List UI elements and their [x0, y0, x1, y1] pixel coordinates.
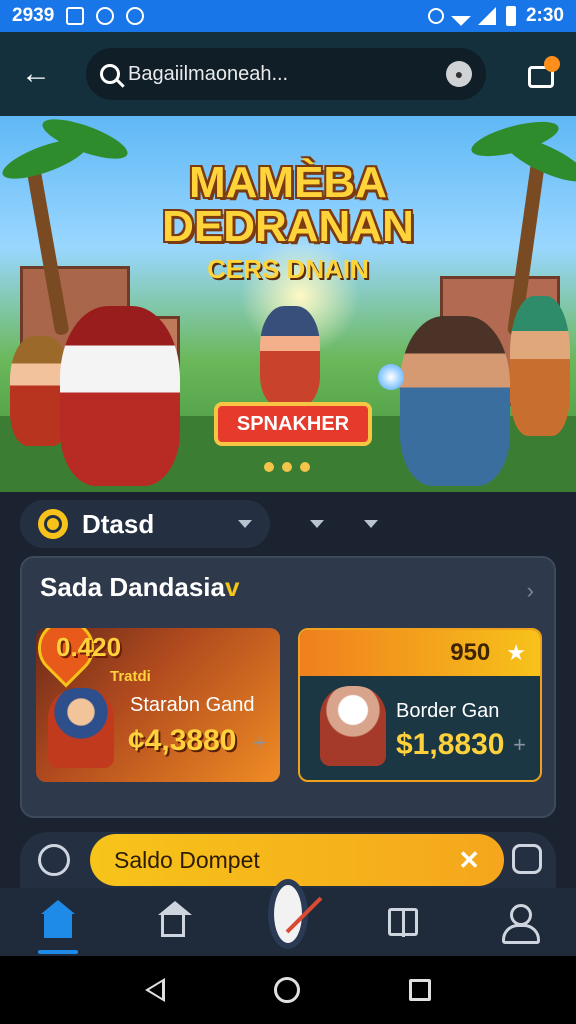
carousel-dots[interactable]	[264, 462, 310, 472]
nav-home[interactable]	[37, 900, 78, 954]
character-warrior-right	[400, 316, 510, 486]
nav-library[interactable]	[383, 902, 423, 942]
tab-label: Dtasd	[82, 508, 155, 539]
character-archer-right	[510, 296, 570, 436]
banner-title-line1: MAMÈBA	[189, 158, 387, 207]
store-icon	[157, 901, 192, 937]
back-arrow-icon[interactable]: ←	[16, 54, 56, 94]
header-value: 950	[450, 639, 491, 666]
nav-profile[interactable]	[498, 902, 541, 944]
promo-banner[interactable]: MAMÈBA DEDRANAN CERS DNAIN SPNAKHER	[0, 116, 576, 492]
close-icon[interactable]: ✕	[458, 845, 480, 876]
search-input[interactable]: Bagaiilmaoneah...	[128, 63, 438, 86]
status-time: 2:30	[525, 5, 564, 26]
compass-icon	[267, 879, 308, 949]
section-heading-text: Sada Dandasia	[40, 572, 225, 602]
mute-icon	[427, 8, 444, 24]
tab-active[interactable]: Dtasd	[20, 500, 270, 548]
add-button[interactable]: +	[253, 730, 266, 756]
app-icon	[96, 7, 115, 25]
system-home-icon[interactable]	[273, 977, 300, 1003]
status-time-left: 2939	[12, 5, 55, 26]
bottom-nav	[0, 879, 576, 956]
badge-label: Tratdi	[110, 668, 151, 685]
character-hero-center	[260, 306, 320, 406]
product-tile[interactable]: 0.420 Tratdi Starabn Gand ¢4,3880 +	[36, 628, 280, 782]
profile-card-icon[interactable]	[512, 844, 542, 874]
carousel-dot[interactable]	[282, 462, 292, 472]
section-heading-accent: v	[224, 572, 240, 602]
lock-icon[interactable]: ●	[446, 61, 472, 87]
chevron-down-icon[interactable]	[364, 520, 378, 528]
book-icon	[388, 908, 419, 937]
category-tabs: Dtasd	[20, 500, 556, 548]
system-recents-icon[interactable]	[409, 979, 432, 1001]
status-bar: 2939 2:30	[0, 0, 576, 32]
magic-orb	[378, 364, 404, 390]
location-icon	[126, 7, 145, 25]
product-name: Border Gan	[396, 700, 500, 722]
banner-subtitle: CERS DNAIN	[207, 254, 369, 284]
product-price: $1,8830	[396, 728, 505, 761]
system-nav-bar	[0, 956, 576, 1024]
badge-value: 0.420	[56, 632, 122, 662]
section-heading: Sada Dandasiav	[40, 572, 239, 603]
wallet-label: Saldo Dompet	[114, 846, 260, 873]
carousel-dot[interactable]	[300, 462, 310, 472]
carousel-dot[interactable]	[264, 462, 274, 472]
top-bar: ← Bagaiilmaoneah... ●	[0, 32, 576, 116]
product-tile[interactable]: 950 ★ Border Gan $1,8830 +	[298, 628, 542, 782]
product-header: 950 ★	[300, 630, 540, 676]
search-bar[interactable]: Bagaiilmaoneah... ●	[86, 48, 486, 100]
wallet-icon[interactable]	[524, 56, 560, 92]
system-back-icon[interactable]	[144, 978, 165, 1002]
nav-center[interactable]	[267, 879, 308, 949]
banner-title-line2: DEDRANAN	[162, 202, 414, 251]
face-icon[interactable]	[38, 844, 70, 876]
add-button[interactable]: +	[513, 732, 526, 758]
product-character-image	[320, 686, 386, 766]
product-name: Starabn Gand	[130, 694, 255, 716]
chevron-down-icon[interactable]	[238, 520, 252, 528]
notification-icon	[66, 7, 85, 25]
coin-icon	[38, 509, 68, 539]
product-character-image	[48, 688, 114, 768]
notification-dot	[544, 56, 560, 72]
home-icon	[40, 900, 75, 938]
star-icon[interactable]: ★	[506, 640, 526, 666]
section-card: Sada Dandasiav › 0.420 Tratdi Starabn Ga…	[20, 556, 556, 818]
chevron-down-icon[interactable]	[310, 520, 324, 528]
character-cat-wizard	[60, 306, 180, 486]
product-price: ¢4,3880	[128, 724, 237, 757]
nav-store[interactable]	[153, 901, 193, 942]
banner-cta-button[interactable]: SPNAKHER	[214, 402, 372, 446]
signal-icon	[477, 7, 496, 25]
wallet-balance-button[interactable]: Saldo Dompet ✕	[90, 834, 504, 886]
person-icon	[501, 904, 541, 944]
wifi-icon	[451, 6, 471, 26]
battery-icon	[505, 6, 516, 26]
chevron-right-icon[interactable]: ›	[527, 578, 534, 604]
search-icon	[100, 64, 120, 84]
